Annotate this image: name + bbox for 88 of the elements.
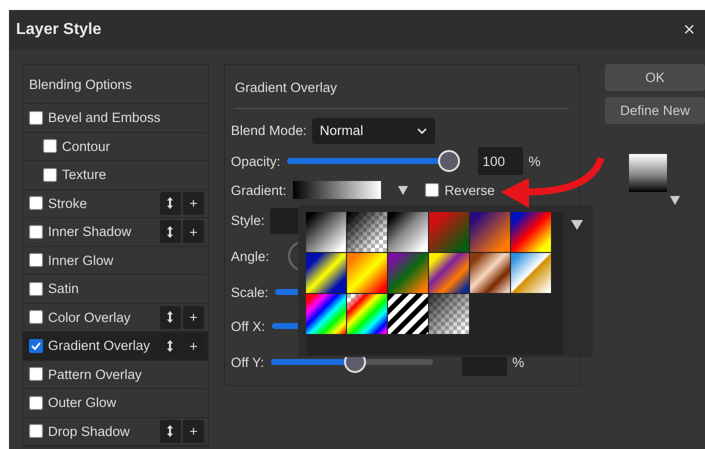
gradient-swatch[interactable] — [347, 294, 387, 334]
field-label: Off Y: — [230, 354, 264, 370]
reorder-icon — [167, 226, 174, 238]
panel-title: Gradient Overlay — [234, 80, 337, 95]
reverse-label: Reverse — [444, 182, 495, 198]
checkbox[interactable] — [43, 139, 57, 154]
field-label: Opacity: — [230, 154, 280, 168]
gradient-swatch[interactable] — [470, 253, 510, 293]
dropdown-icon[interactable] — [398, 186, 408, 194]
field-label: Gradient: — [230, 182, 286, 198]
reorder-button[interactable] — [160, 420, 181, 443]
gradient-preview — [629, 154, 667, 192]
menu-icon[interactable] — [571, 220, 583, 230]
gradient-swatch[interactable] — [388, 294, 428, 334]
dropdown-icon[interactable] — [670, 196, 680, 205]
sidebar-item[interactable]: Contour — [23, 132, 208, 161]
select-field[interactable]: Normal — [312, 118, 435, 144]
checkbox[interactable] — [29, 424, 43, 438]
gradient-swatch[interactable] — [347, 212, 387, 252]
sidebar-item[interactable]: Gradient Overlay + — [23, 332, 208, 360]
gradient-swatch[interactable] — [470, 212, 510, 252]
window-title: Layer Style — [16, 21, 102, 39]
item-label: Inner Glow — [48, 252, 114, 268]
gradient-swatch[interactable] — [511, 212, 551, 252]
checkbox[interactable] — [29, 338, 43, 353]
dialog-button[interactable]: OK — [605, 64, 705, 91]
reorder-button[interactable] — [160, 306, 181, 329]
checkbox[interactable] — [29, 310, 43, 324]
field-label: Angle: — [230, 248, 270, 264]
add-button[interactable]: + — [182, 220, 204, 244]
field-label: Blend Mode: — [230, 123, 307, 138]
reorder-button[interactable] — [160, 192, 181, 215]
unit-label: % — [528, 154, 540, 168]
reorder-icon — [167, 425, 174, 438]
gradient-swatch[interactable] — [429, 294, 469, 334]
item-label: Pattern Overlay — [48, 366, 143, 382]
checkbox[interactable] — [29, 196, 43, 210]
add-button[interactable]: + — [182, 306, 204, 329]
checkbox[interactable] — [29, 253, 43, 268]
reorder-button[interactable] — [160, 220, 181, 244]
sidebar-item[interactable]: Inner Glow — [23, 246, 208, 275]
check-icon — [31, 342, 41, 350]
item-label: Outer Glow — [48, 395, 118, 410]
add-button[interactable]: + — [182, 192, 204, 215]
unit-label: % — [512, 354, 524, 370]
add-button[interactable]: + — [182, 420, 204, 443]
field-label: Off X: — [230, 318, 266, 334]
checkbox[interactable] — [29, 367, 43, 382]
checkbox[interactable] — [29, 224, 43, 239]
item-label: Gradient Overlay — [48, 338, 152, 354]
gradient-swatch[interactable] — [388, 253, 428, 293]
checkbox[interactable] — [43, 168, 57, 182]
item-label: Color Overlay — [48, 310, 132, 325]
field-label: Style: — [230, 213, 265, 228]
slider[interactable] — [287, 150, 462, 172]
gradient-swatch[interactable] — [429, 212, 469, 252]
gradient-swatch[interactable] — [429, 253, 469, 293]
sidebar-item[interactable]: Pattern Overlay — [23, 360, 208, 389]
value-field[interactable]: 100 — [478, 147, 524, 175]
dialog-button[interactable]: Define New — [605, 97, 705, 124]
sidebar-item[interactable]: Stroke + — [23, 190, 208, 218]
gradient-swatch[interactable] — [306, 294, 346, 334]
item-label: Inner Shadow — [48, 224, 132, 240]
gradient-swatch[interactable] — [347, 253, 387, 293]
item-label: Bevel and Emboss — [48, 110, 162, 126]
checkbox[interactable] — [29, 282, 43, 296]
gradient-swatch[interactable] — [306, 253, 346, 293]
sidebar-item[interactable]: Drop Shadow + — [23, 418, 208, 446]
close-button[interactable]: × — [679, 18, 699, 42]
item-label: Texture — [62, 167, 108, 182]
item-label: Drop Shadow — [48, 424, 131, 439]
sidebar-item[interactable]: Color Overlay + — [23, 304, 208, 332]
checkbox[interactable] — [425, 183, 440, 197]
gradient-swatch[interactable] — [511, 253, 551, 293]
checkbox[interactable] — [29, 110, 43, 125]
gradient-swatch[interactable] — [388, 212, 428, 252]
gradient-preview[interactable] — [293, 181, 382, 199]
item-label: Stroke — [48, 196, 88, 211]
reorder-icon — [167, 340, 174, 352]
reorder-icon — [167, 197, 174, 210]
checkbox[interactable] — [29, 396, 43, 410]
item-label: Satin — [48, 281, 80, 296]
item-label: Contour — [62, 138, 112, 154]
reorder-icon — [167, 311, 174, 324]
field-label: Scale: — [230, 284, 268, 300]
gradient-swatch[interactable] — [306, 212, 346, 252]
chevron-icon — [416, 128, 427, 134]
sidebar-item[interactable]: Inner Shadow + — [23, 218, 208, 246]
